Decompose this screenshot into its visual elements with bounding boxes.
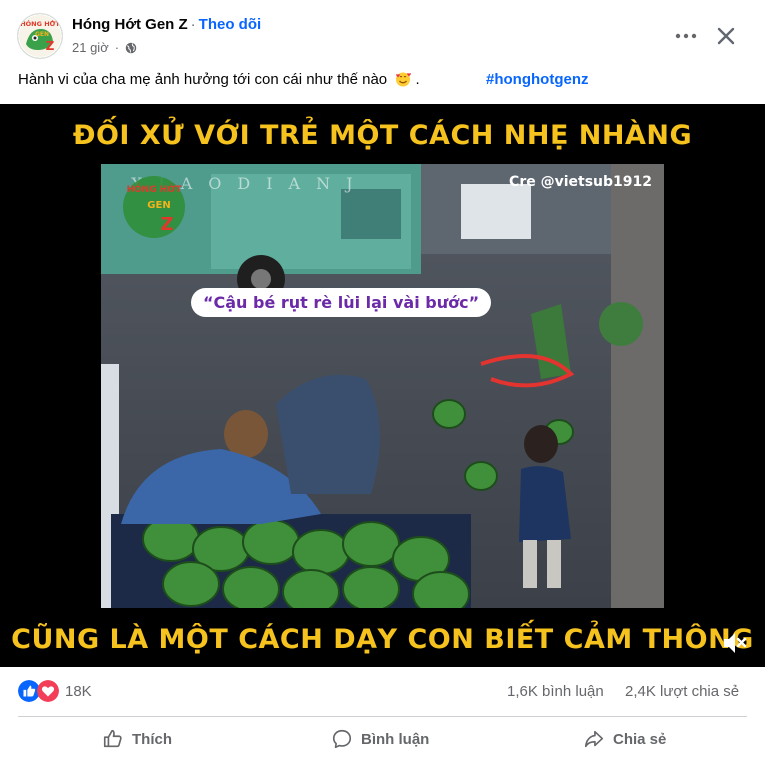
smiling-face-with-hearts-icon: [396, 72, 412, 87]
caption-text: Hành vi của cha mẹ ảnh hưởng tới con cái…: [18, 71, 388, 88]
svg-text:HÓNG HỚT: HÓNG HỚT: [127, 183, 183, 195]
share-label: Chia sẻ: [613, 730, 667, 748]
page-name[interactable]: Hóng Hớt Gen Z: [72, 16, 188, 33]
comment-label: Bình luận: [361, 730, 430, 748]
comment-count[interactable]: 1,6K bình luận: [507, 683, 604, 700]
svg-text:GEN: GEN: [35, 31, 49, 38]
channel-logo-overlay: HÓNG HỚT GEN Z: [123, 176, 185, 238]
page-avatar[interactable]: HÓNG HỚT GEN Z: [18, 14, 62, 58]
close-button[interactable]: [712, 22, 740, 50]
actions-divider: [18, 716, 747, 717]
video-player[interactable]: ĐỐI XỬ VỚI TRẺ MỘT CÁCH NHẸ NHÀNG XIAODI…: [0, 104, 765, 667]
video-frame: XIAODIANJ Cre @vietsub1912 HÓNG HỚT GEN …: [101, 164, 664, 617]
comment-bubble-icon: [332, 729, 352, 749]
like-button[interactable]: Thích: [102, 724, 172, 754]
share-arrow-icon: [584, 730, 604, 748]
meta-separator: ·: [114, 40, 120, 55]
follow-button[interactable]: Theo dõi: [199, 16, 262, 33]
svg-text:Z: Z: [160, 214, 173, 235]
avatar-logo: HÓNG HỚT GEN Z: [18, 14, 62, 58]
svg-text:HÓNG HỚT: HÓNG HỚT: [20, 19, 60, 28]
ellipsis-icon: [675, 33, 697, 39]
speaker-muted-icon: [724, 633, 747, 653]
svg-text:Z: Z: [46, 39, 55, 53]
page-name-row: Hóng Hớt Gen Z · Theo dõi: [72, 16, 261, 33]
video-footline: CŨNG LÀ MỘT CÁCH DẠY CON BIẾT CẢM THÔNG: [11, 624, 754, 655]
reaction-count: 18K: [65, 682, 92, 700]
reaction-summary[interactable]: 18K: [18, 680, 92, 702]
thumbs-up-icon: [103, 729, 122, 748]
video-credit: Cre @vietsub1912: [509, 174, 652, 190]
close-icon: [717, 27, 735, 45]
post-caption: Hành vi của cha mẹ ảnh hưởng tới con cái…: [18, 71, 420, 88]
speech-bubble: “Cậu bé rụt rè lùi lại vài bước”: [191, 288, 492, 317]
video-headline: ĐỐI XỬ VỚI TRẺ MỘT CÁCH NHẸ NHÀNG: [72, 120, 693, 151]
like-label: Thích: [132, 730, 172, 748]
hashtag-link[interactable]: #honghotgenz: [486, 71, 588, 88]
name-separator: ·: [190, 16, 196, 33]
mute-button[interactable]: [719, 628, 749, 658]
love-icon: [37, 680, 59, 702]
more-options-button[interactable]: [672, 22, 700, 50]
comment-button[interactable]: Bình luận: [331, 724, 429, 754]
share-button[interactable]: Chia sẻ: [583, 724, 666, 754]
share-count[interactable]: 2,4K lượt chia sẻ: [625, 683, 739, 700]
globe-icon: [125, 42, 137, 53]
svg-text:GEN: GEN: [147, 200, 170, 211]
post-timestamp[interactable]: 21 giờ: [72, 40, 109, 55]
post-header: HÓNG HỚT GEN Z Hóng Hớt Gen Z · Theo dõi 2…: [0, 0, 765, 64]
caption-end: .: [415, 71, 420, 88]
post-meta: 21 giờ ·: [72, 40, 137, 55]
